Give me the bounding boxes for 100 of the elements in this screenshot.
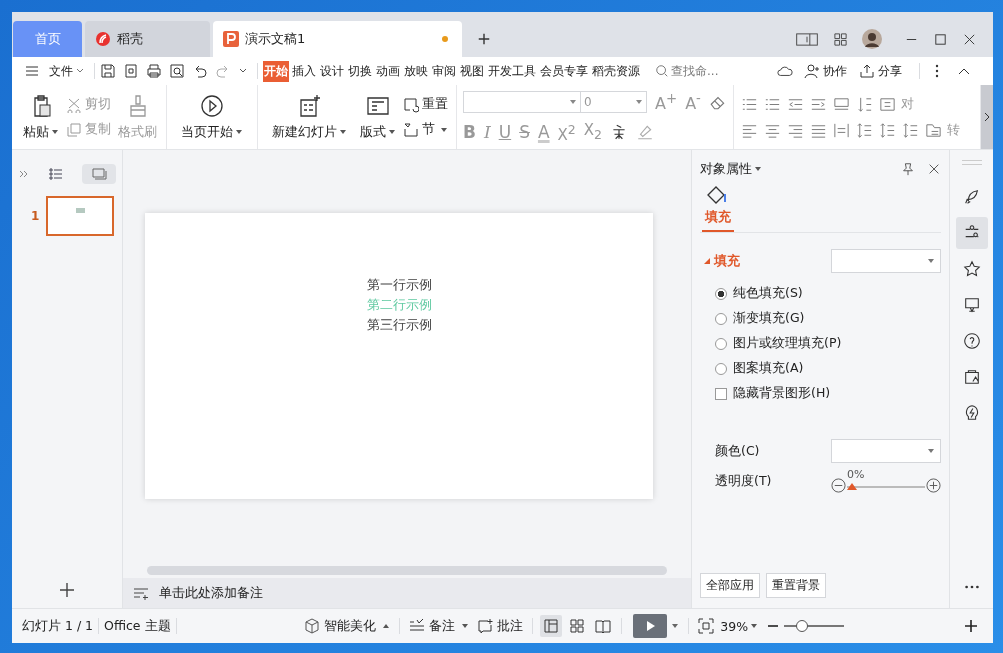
- add-slide-icon[interactable]: [59, 582, 75, 598]
- zoom-level[interactable]: 39%: [720, 618, 759, 634]
- command-search-field[interactable]: 查找命...: [655, 64, 735, 78]
- cloud-icon[interactable]: [777, 63, 793, 79]
- export-icon[interactable]: [123, 63, 139, 79]
- reset-button[interactable]: 重置: [403, 96, 448, 113]
- smart-beautify-button[interactable]: 智能美化: [304, 617, 391, 635]
- caret-icon: [51, 128, 59, 136]
- menu-icon[interactable]: [24, 63, 40, 79]
- caret-icon: [635, 98, 643, 106]
- zoom-thumb[interactable]: [796, 620, 809, 632]
- scissors-icon: [66, 96, 82, 113]
- screen-icon[interactable]: [962, 296, 981, 314]
- notes-icon: [133, 585, 149, 601]
- ribbon-tab[interactable]: 开发工具: [487, 60, 537, 82]
- print-icon[interactable]: [146, 63, 162, 79]
- cube-icon: [304, 618, 321, 634]
- share-icon: [859, 63, 875, 79]
- notes-button[interactable]: 备注: [409, 617, 470, 635]
- document-tab[interactable]: 稻壳: [85, 21, 210, 57]
- option-label[interactable]: 隐藏背景图形(H): [733, 385, 831, 402]
- option-label[interactable]: 图案填充(A): [733, 360, 804, 377]
- ribbon-tab[interactable]: 会员专享: [539, 60, 589, 82]
- zoom-in-icon[interactable]: [963, 618, 979, 634]
- docer-logo-icon: [95, 31, 111, 47]
- radio-button[interactable]: [715, 337, 727, 350]
- caret-icon: [440, 125, 448, 134]
- new-slide-button[interactable]: 新建幻灯片: [266, 91, 353, 143]
- expand-arrow-icon[interactable]: [704, 258, 710, 264]
- theme-name[interactable]: Office 主题: [104, 617, 171, 635]
- search-icon: [655, 64, 669, 78]
- option-label[interactable]: 图片或纹理填充(P): [733, 335, 842, 352]
- notes-placeholder[interactable]: 单击此处添加备注: [159, 584, 263, 602]
- caret-icon: [382, 622, 391, 630]
- option-label[interactable]: 纯色填充(S): [733, 285, 803, 302]
- ribbon-tab[interactable]: 审阅: [431, 60, 457, 82]
- reset-background-button[interactable]: 重置背景: [766, 573, 826, 598]
- slider-thumb[interactable]: [847, 483, 857, 490]
- caret-icon: [461, 622, 470, 630]
- radio-button[interactable]: [715, 362, 727, 375]
- caret-icon: [927, 447, 935, 455]
- star-icon[interactable]: [962, 260, 981, 278]
- notes-icon: [409, 618, 426, 634]
- ribbon-tab[interactable]: 切换: [347, 60, 373, 82]
- save-icon[interactable]: [100, 63, 116, 79]
- color-dropdown[interactable]: [831, 439, 941, 463]
- ribbon-tab[interactable]: 稻壳资源: [591, 60, 641, 82]
- help-icon[interactable]: [962, 332, 981, 350]
- view-mode-button[interactable]: [540, 615, 563, 637]
- increase-icon[interactable]: [926, 478, 941, 493]
- avatar[interactable]: [862, 29, 882, 49]
- maximize-icon[interactable]: [933, 31, 948, 47]
- normal-view-icon: [543, 618, 560, 634]
- add-user-icon: [804, 63, 820, 79]
- expand-icon[interactable]: [18, 168, 30, 180]
- section-button[interactable]: 节: [403, 121, 448, 138]
- outline-view-icon[interactable]: [48, 166, 64, 182]
- share-button[interactable]: 分享: [859, 62, 902, 80]
- grid-icon[interactable]: [833, 31, 848, 47]
- slide-text-line: 第二行示例: [366, 296, 432, 314]
- ribbon-tab[interactable]: 动画: [375, 60, 401, 82]
- layout-button[interactable]: 版式: [359, 91, 397, 143]
- caret-icon: [927, 257, 935, 265]
- decrease-icon[interactable]: [831, 478, 846, 493]
- paste-button[interactable]: 粘贴: [22, 91, 60, 143]
- grid-view-icon: [569, 618, 586, 634]
- font-name-field[interactable]: [463, 91, 581, 113]
- radio-button[interactable]: [715, 312, 727, 325]
- panel-title[interactable]: 对象属性: [700, 160, 762, 178]
- ribbon-tab[interactable]: 放映: [403, 60, 429, 82]
- pin-icon[interactable]: [901, 162, 915, 176]
- window-layout-icon[interactable]: [795, 31, 819, 47]
- slide[interactable]: 第一行示例 第二行示例 第三行示例: [145, 213, 653, 499]
- new-slide-icon: [297, 93, 322, 118]
- checkbox[interactable]: [715, 387, 727, 400]
- slideshow-button[interactable]: [633, 614, 668, 638]
- ribbon-tab[interactable]: 设计: [319, 60, 345, 82]
- caret-icon: [388, 128, 396, 136]
- close-icon[interactable]: [927, 162, 941, 176]
- option-label[interactable]: 渐变填充(G): [733, 310, 805, 327]
- ribbon-tab[interactable]: 插入: [291, 60, 317, 82]
- ribbon-tab[interactable]: 视图: [459, 60, 485, 82]
- collaborate-button[interactable]: 协作: [804, 62, 847, 80]
- play-current-button[interactable]: 当页开始: [175, 91, 249, 143]
- apply-all-button[interactable]: 全部应用: [700, 573, 760, 598]
- caret-icon: [569, 98, 577, 106]
- radio-button[interactable]: [715, 287, 727, 300]
- caret-icon[interactable]: [671, 622, 680, 630]
- color-label: 颜色(C): [715, 442, 760, 460]
- slide-count: 幻灯片 1 / 1: [22, 617, 94, 635]
- print-preview-icon[interactable]: [169, 63, 185, 79]
- section-icon: [403, 121, 419, 138]
- slide-thumbnail[interactable]: [46, 196, 115, 236]
- transparency-label: 透明度(T): [715, 472, 772, 490]
- fit-window-icon[interactable]: [698, 618, 715, 634]
- document-tab[interactable]: 演示文稿1: [213, 21, 462, 57]
- file-menu[interactable]: 文件: [49, 62, 73, 80]
- new-tab-icon[interactable]: [477, 32, 491, 46]
- comments-button[interactable]: 批注: [477, 617, 524, 635]
- reading-view-icon: [595, 618, 612, 634]
